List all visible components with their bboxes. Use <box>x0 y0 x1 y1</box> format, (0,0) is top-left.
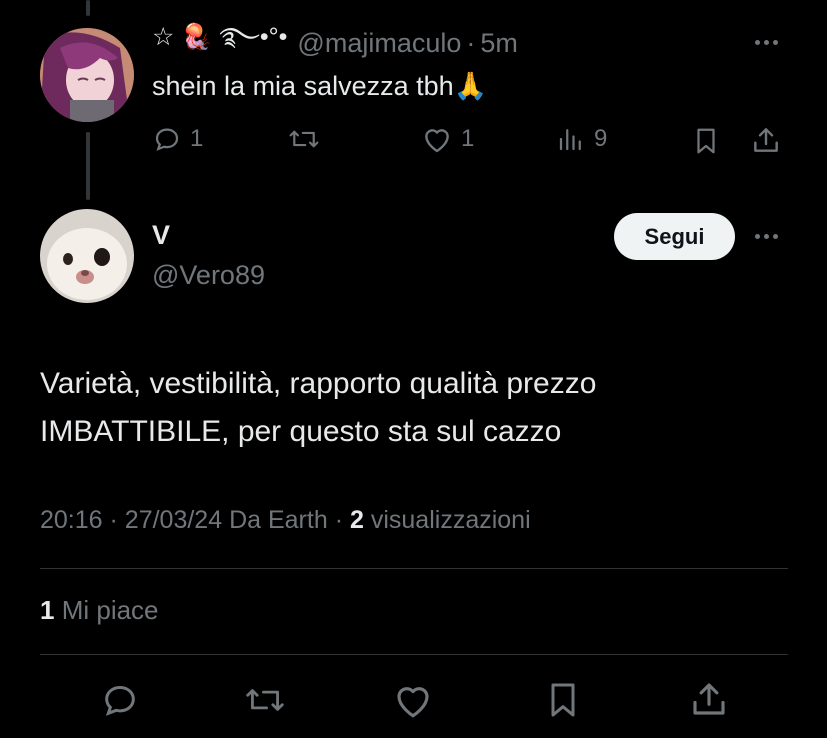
separator: · <box>466 27 476 58</box>
separator: · <box>334 506 344 534</box>
user-handle[interactable]: @Vero89 <box>152 260 265 291</box>
divider <box>40 654 788 655</box>
share-button[interactable] <box>750 124 782 156</box>
reply-header: ☆ 🪼 ࿐•°• @majimaculo · 5m <box>152 23 518 60</box>
heart-icon <box>421 124 453 154</box>
bookmark-button[interactable] <box>545 680 581 720</box>
tweet-meta: 20:16 · 27/03/24 Da Earth · 2 visualizza… <box>40 506 531 535</box>
comment-icon <box>152 124 182 154</box>
display-name[interactable]: ☆ 🪼 ࿐•°• <box>152 8 287 79</box>
more-options-icon[interactable] <box>755 40 778 45</box>
bookmark-icon <box>692 126 720 156</box>
more-options-icon[interactable] <box>755 234 778 239</box>
thread-line-bottom <box>86 132 90 200</box>
divider <box>40 568 788 569</box>
repost-icon <box>287 124 321 154</box>
views-label: visualizzazioni <box>370 506 531 534</box>
tweet-source[interactable]: Da Earth <box>229 506 328 534</box>
reply-button[interactable]: 1 <box>152 124 203 154</box>
tweet-text-line: Varietà, vestibilità, rapporto qualità p… <box>40 367 597 400</box>
likes-summary[interactable]: 1 Mi piace <box>40 595 159 626</box>
follow-button[interactable]: Segui <box>614 213 735 260</box>
analytics-icon <box>556 124 586 154</box>
avatar[interactable] <box>40 209 134 303</box>
tweet-text-line: IMBATTIBILE, per questo sta sul cazzo <box>40 415 562 448</box>
likes-label: Mi piace <box>61 595 159 625</box>
reply-body: shein la mia salvezza tbh <box>152 71 454 101</box>
tweet-text: Varietà, vestibilità, rapporto qualità p… <box>40 360 596 456</box>
views-count: 9 <box>594 125 608 152</box>
repost-button[interactable] <box>243 680 287 720</box>
views-button[interactable]: 9 <box>556 124 607 154</box>
share-icon <box>750 124 782 156</box>
repost-icon <box>243 680 287 720</box>
timestamp[interactable]: 5m <box>480 28 518 59</box>
display-name[interactable]: V <box>152 220 170 251</box>
bookmark-icon <box>545 680 581 720</box>
repost-button[interactable] <box>287 124 321 154</box>
share-button[interactable] <box>688 678 730 720</box>
reply-count: 1 <box>190 125 204 152</box>
avatar[interactable] <box>40 28 134 122</box>
likes-count: 1 <box>40 595 55 625</box>
reply-text: shein la mia salvezza tbh🙏 <box>152 70 487 102</box>
separator: · <box>109 506 118 534</box>
views-count: 2 <box>349 506 364 534</box>
comment-icon <box>100 680 140 720</box>
reply-button[interactable] <box>100 680 140 720</box>
thread-line-top <box>86 0 90 16</box>
share-icon <box>688 678 730 720</box>
user-handle[interactable]: @majimaculo <box>297 28 461 59</box>
bookmark-button[interactable] <box>692 126 720 156</box>
like-count: 1 <box>461 125 475 152</box>
tweet-date[interactable]: 27/03/24 <box>125 506 222 534</box>
tweet-time[interactable]: 20:16 <box>40 506 103 534</box>
praying-hands-emoji: 🙏 <box>453 71 488 101</box>
like-button[interactable] <box>392 680 434 720</box>
like-button[interactable]: 1 <box>421 124 474 154</box>
heart-icon <box>392 680 434 720</box>
